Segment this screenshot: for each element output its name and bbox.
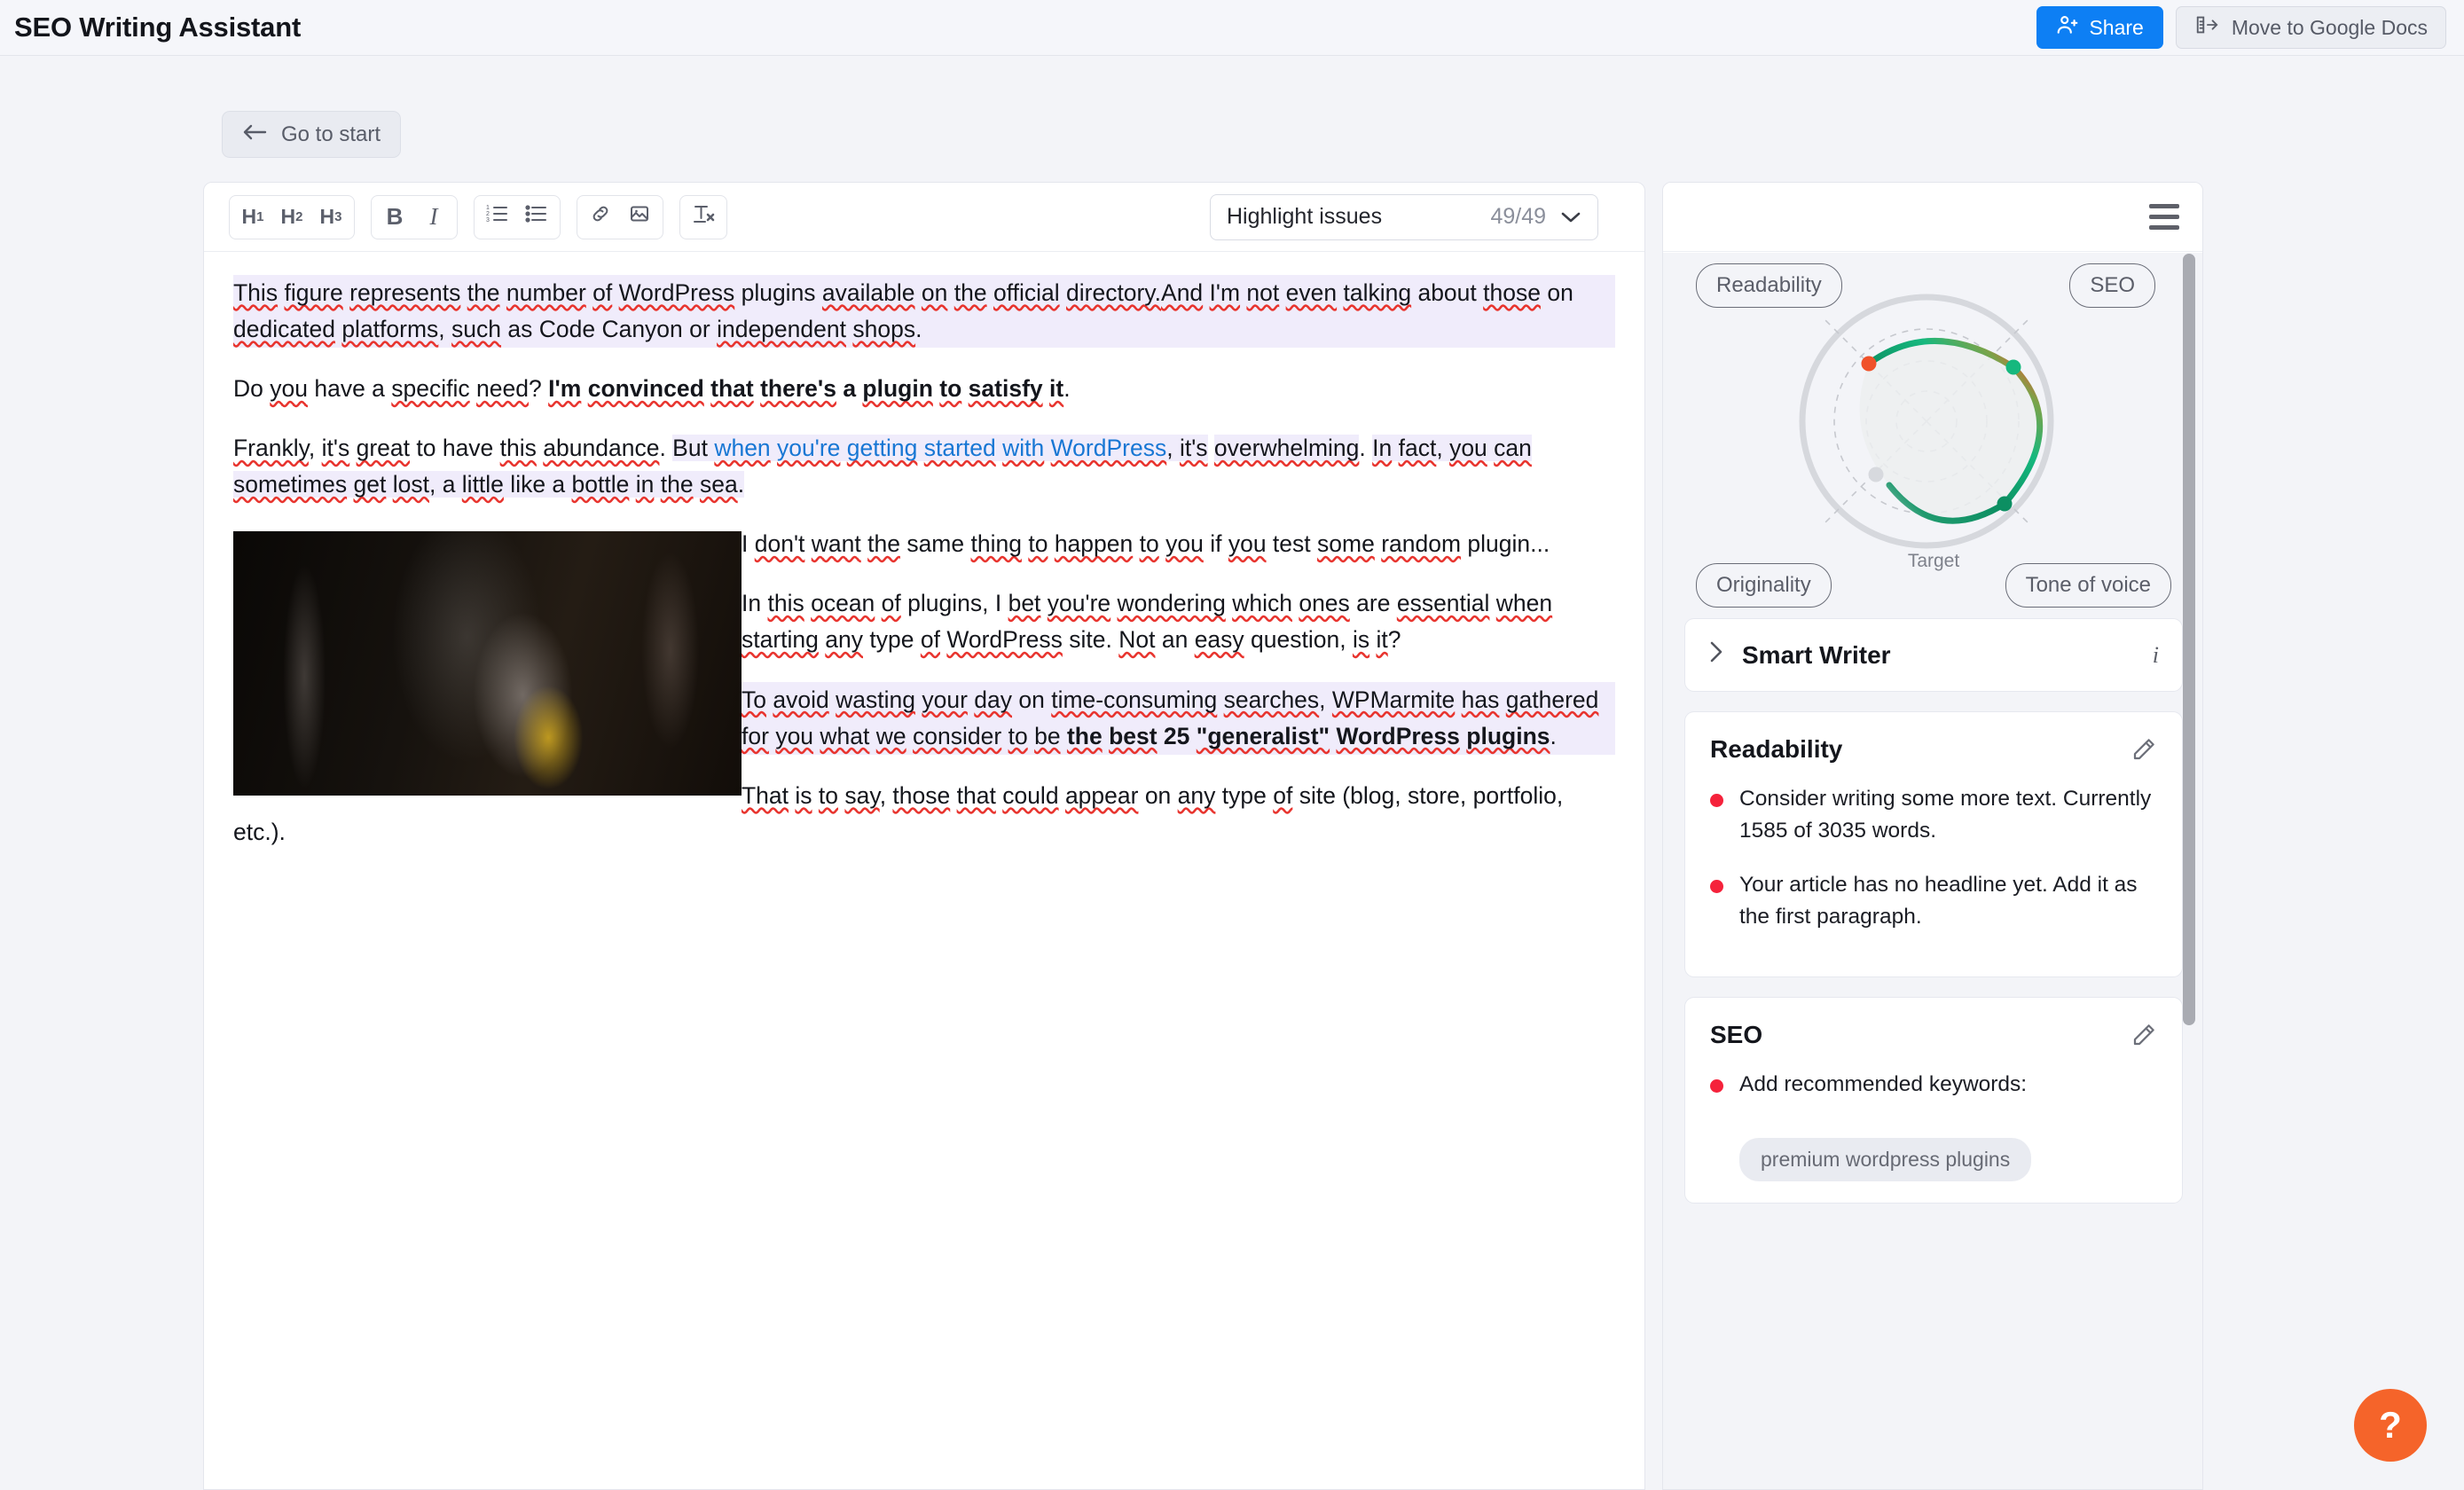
- h2-letter: H: [280, 205, 296, 228]
- bullet-list-button[interactable]: [517, 199, 556, 236]
- radar-label-originality[interactable]: Originality: [1696, 563, 1832, 608]
- radar-point-originality: [1868, 467, 1884, 482]
- radar-point-readability: [1861, 356, 1877, 372]
- editor-toolbar: H1 H2 H3 B I 1 2 3 Highlight issues 49/4…: [204, 183, 1644, 252]
- smart-writer-card[interactable]: Smart Writer i: [1684, 618, 2183, 692]
- keyword-chip[interactable]: premium wordpress plugins: [1739, 1137, 2032, 1181]
- readability-issue-item: Your article has no headline yet. Add it…: [1710, 869, 2157, 932]
- share-button-label: Share: [2089, 15, 2144, 39]
- insert-button-group: [577, 194, 663, 239]
- svg-text:3: 3: [486, 217, 490, 224]
- document-editor[interactable]: This figure represents the number of Wor…: [204, 252, 1644, 1489]
- clear-format-icon: [691, 203, 716, 231]
- readability-issue-item: Consider writing some more text. Current…: [1710, 783, 2157, 846]
- h3-letter: H: [319, 205, 335, 228]
- assistant-sidebar: Readability SEO Originality Tone of voic…: [1662, 182, 2203, 1490]
- svg-text:1: 1: [486, 205, 490, 211]
- status-dot: [1710, 1079, 1723, 1094]
- ordered-list-button[interactable]: 1 2 3: [478, 199, 517, 236]
- heading-button-group: H1 H2 H3: [229, 194, 355, 239]
- sidebar-header: [1663, 183, 2202, 252]
- score-radar-chart: Readability SEO Originality Tone of voic…: [1685, 263, 2182, 608]
- h1-letter: H: [241, 205, 257, 228]
- seo-card: SEO Add recommended keywords: premium wo…: [1684, 997, 2183, 1204]
- arrow-left-icon: [242, 122, 267, 147]
- hamburger-menu-icon[interactable]: [2149, 204, 2179, 230]
- move-to-google-docs-button[interactable]: Move to Google Docs: [2175, 6, 2446, 49]
- insert-image-button[interactable]: [620, 199, 659, 236]
- radar-target-label: Target: [1907, 551, 1960, 571]
- info-icon[interactable]: i: [2153, 642, 2159, 669]
- readability-issue-text: Consider writing some more text. Current…: [1739, 787, 2152, 843]
- radar-label-tone-of-voice[interactable]: Tone of voice: [2005, 563, 2171, 608]
- bullet-list-icon: [525, 203, 548, 231]
- radar-svg: [1799, 294, 2054, 549]
- readability-card-header: Readability: [1710, 735, 2157, 764]
- go-to-start-button[interactable]: Go to start: [222, 111, 402, 158]
- radar-point-seo: [2005, 359, 2021, 375]
- readability-title: Readability: [1710, 735, 1843, 763]
- seo-issue-text: Add recommended keywords:: [1739, 1072, 2028, 1097]
- readability-issue-text: Your article has no headline yet. Add it…: [1739, 873, 2138, 929]
- document-paragraph[interactable]: This figure represents the number of Wor…: [233, 275, 1615, 349]
- edit-pencil-icon[interactable]: [2130, 1022, 2157, 1048]
- list-button-group: 1 2 3: [474, 194, 561, 239]
- sidebar-scrollbar[interactable]: [2183, 254, 2195, 1025]
- link-button[interactable]: [581, 199, 620, 236]
- h2-subscript: 2: [295, 209, 303, 224]
- inline-gif-image[interactable]: [233, 531, 742, 796]
- svg-text:2: 2: [486, 211, 490, 217]
- link-icon: [589, 203, 612, 231]
- status-dot: [1710, 794, 1723, 807]
- header-actions: Share Move to Google Docs: [2036, 6, 2446, 49]
- status-dot: [1710, 880, 1723, 894]
- clear-format-group: [679, 194, 727, 239]
- highlight-issues-label: Highlight issues: [1227, 204, 1383, 229]
- go-to-start-label: Go to start: [281, 122, 381, 146]
- share-button[interactable]: Share: [2036, 6, 2163, 49]
- italic-button[interactable]: I: [414, 199, 453, 236]
- editor-panel: H1 H2 H3 B I 1 2 3 Highlight issues 49/4…: [203, 182, 1645, 1490]
- bold-button[interactable]: B: [375, 199, 414, 236]
- heading-1-button[interactable]: H1: [233, 199, 272, 236]
- smart-writer-title: Smart Writer: [1742, 640, 1891, 669]
- image-icon: [628, 203, 651, 231]
- seo-title: SEO: [1710, 1021, 1763, 1049]
- chevron-down-icon: [1560, 210, 1581, 224]
- heading-2-button[interactable]: H2: [272, 199, 311, 236]
- document-paragraph[interactable]: Frankly, it's great to have this abundan…: [233, 430, 1615, 503]
- chevron-right-icon: [1708, 640, 1724, 670]
- h3-subscript: 3: [334, 209, 342, 224]
- h1-subscript: 1: [256, 209, 264, 224]
- text-style-button-group: B I: [371, 194, 458, 239]
- heading-3-button[interactable]: H3: [311, 199, 350, 236]
- move-doc-icon: [2194, 14, 2219, 41]
- document-paragraph[interactable]: Do you have a specific need? I'm convinc…: [233, 371, 1615, 407]
- highlight-issues-select[interactable]: Highlight issues 49/49: [1210, 193, 1598, 240]
- ordered-list-icon: 1 2 3: [486, 203, 509, 231]
- sidebar-content: Readability SEO Originality Tone of voic…: [1663, 253, 2202, 1489]
- clear-formatting-button[interactable]: [684, 199, 723, 236]
- help-button[interactable]: ?: [2354, 1389, 2427, 1462]
- highlight-issues-count: 49/49: [1490, 204, 1546, 229]
- document-paragraph-with-image[interactable]: I don't want the same thing to happen to…: [233, 526, 1615, 796]
- seo-card-header: SEO: [1710, 1021, 2157, 1049]
- person-add-icon: [2056, 13, 2079, 42]
- page-title: SEO Writing Assistant: [14, 12, 302, 43]
- edit-pencil-icon[interactable]: [2130, 736, 2157, 763]
- radar-point-tone: [1997, 496, 2013, 512]
- move-to-google-docs-label: Move to Google Docs: [2231, 15, 2428, 39]
- app-header: SEO Writing Assistant Share Move to Goog…: [0, 0, 2464, 56]
- seo-issue-item: Add recommended keywords:: [1710, 1069, 2157, 1101]
- readability-card: Readability Consider writing some more t…: [1684, 711, 2183, 978]
